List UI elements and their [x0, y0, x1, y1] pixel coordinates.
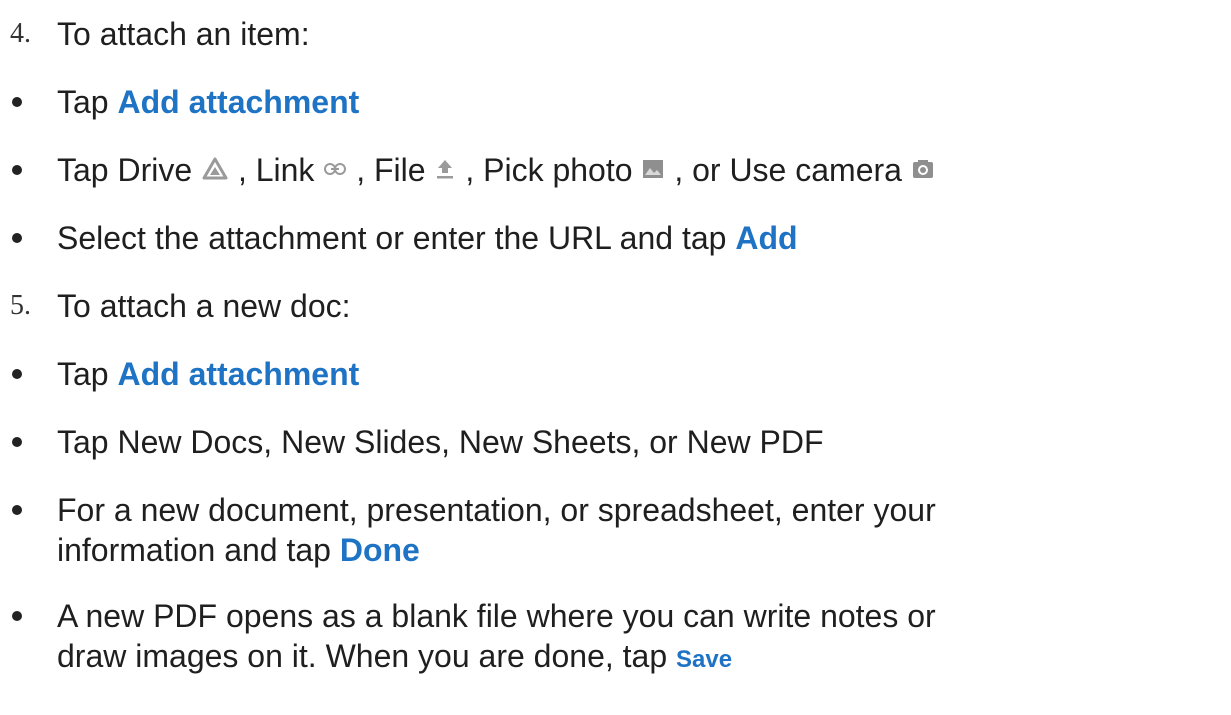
bullet-dot: [12, 97, 22, 107]
step-number: 4.: [10, 18, 31, 49]
item-text: Select the attachment or enter the URL a…: [57, 220, 736, 256]
step-title: To attach an item:: [57, 16, 310, 52]
drive-icon: [201, 156, 229, 182]
instruction-document: 4. To attach an item: Tap Add attachment…: [0, 0, 1231, 715]
item-text: Tap: [57, 356, 118, 392]
add-action: Add: [735, 220, 798, 256]
item-text: , or Use camera: [674, 152, 902, 188]
bullet-dot: [12, 611, 22, 621]
add-attachment-action: Add attachment: [117, 356, 360, 392]
step-number: 5.: [10, 290, 31, 321]
step-title: To attach a new doc:: [57, 288, 351, 324]
item-text: draw images on it. When you are done, ta…: [57, 638, 677, 674]
bullet-dot: [12, 437, 22, 447]
link-icon: [323, 162, 347, 176]
item-text: , Pick photo: [465, 152, 633, 188]
add-attachment-action: Add attachment: [117, 84, 360, 120]
bullet-dot: [12, 505, 22, 515]
bullet-dot: [12, 369, 22, 379]
done-action: Done: [339, 532, 420, 568]
item-text: Tap: [57, 84, 118, 120]
item-text: information and tap: [57, 532, 340, 568]
photo-icon: [641, 158, 665, 180]
upload-icon: [434, 157, 456, 181]
item-text: Tap New Docs, New Slides, New Sheets, or…: [57, 424, 824, 460]
item-text: , File: [356, 152, 426, 188]
save-action: Save: [676, 646, 733, 673]
camera-icon: [911, 158, 935, 180]
item-text: Tap Drive: [57, 152, 193, 188]
item-text: For a new document, presentation, or spr…: [57, 492, 936, 528]
item-text: , Link: [237, 152, 315, 188]
bullet-dot: [12, 165, 22, 175]
bullet-dot: [12, 233, 22, 243]
item-text: A new PDF opens as a blank file where yo…: [57, 598, 936, 634]
